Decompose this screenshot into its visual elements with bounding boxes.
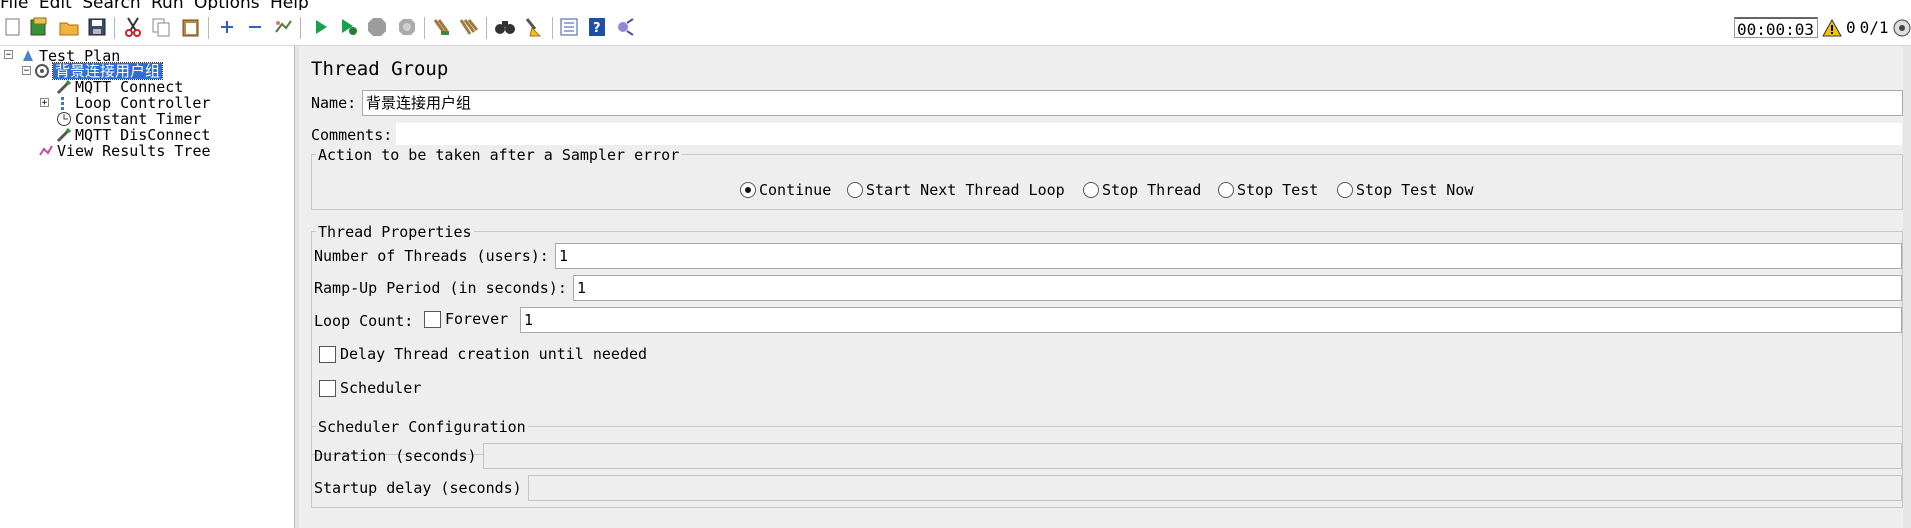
sampler-error-legend: Action to be taken after a Sampler error xyxy=(316,146,682,164)
tree-item-constant-timer[interactable]: Constant Timer xyxy=(56,111,201,127)
reset-search-icon[interactable] xyxy=(522,16,544,38)
menu-run[interactable]: Run xyxy=(151,0,184,10)
new-icon[interactable] xyxy=(2,16,24,38)
startup-delay-label: Startup delay (seconds) xyxy=(314,479,522,497)
expand-loop-controller-toggle[interactable]: + xyxy=(40,98,49,108)
shutdown-icon[interactable] xyxy=(396,16,418,38)
rampup-label: Ramp-Up Period (in seconds): xyxy=(314,279,567,297)
name-field[interactable]: 背景连接用户组 xyxy=(362,90,1903,116)
sampler-icon xyxy=(56,127,72,143)
function-helper-icon[interactable] xyxy=(558,16,580,38)
comments-label: Comments: xyxy=(311,126,393,144)
thread-properties-group: Thread Properties Number of Threads (use… xyxy=(311,223,1903,455)
page-title: Thread Group xyxy=(311,58,449,80)
menu-bar: File Edit Search Run Options Help xyxy=(0,0,1911,10)
toggle-icon[interactable] xyxy=(272,16,294,38)
templates-icon[interactable] xyxy=(28,16,50,38)
test-plan-tree: − Test Plan − 背景连接用户组 MQTT Connect + Loo… xyxy=(0,46,295,528)
warning-count: 0 xyxy=(1846,18,1856,37)
timer-icon xyxy=(56,111,72,127)
elapsed-timer: 00:00:03 xyxy=(1734,17,1818,39)
help-icon[interactable]: ? xyxy=(586,16,608,38)
thread-properties-legend: Thread Properties xyxy=(316,223,474,241)
radio-stop-thread[interactable]: Stop Thread xyxy=(1083,181,1201,199)
open-icon[interactable] xyxy=(58,16,80,38)
save-icon[interactable] xyxy=(86,16,108,38)
clear-icon[interactable] xyxy=(430,16,452,38)
active-threads: 0/1 xyxy=(1859,18,1889,37)
threads-field[interactable]: 1 xyxy=(555,243,1902,269)
clear-all-icon[interactable] xyxy=(458,16,480,38)
copy-icon[interactable] xyxy=(150,16,172,38)
menu-options[interactable]: Options xyxy=(194,0,260,10)
tree-item-mqtt-connect[interactable]: MQTT Connect xyxy=(56,79,183,95)
radio-stop-test-now[interactable]: Stop Test Now xyxy=(1337,181,1473,199)
forever-checkbox[interactable]: Forever xyxy=(424,310,508,328)
comments-field[interactable] xyxy=(395,122,1903,146)
duration-label: Duration (seconds) xyxy=(314,447,477,465)
thread-group-icon xyxy=(34,63,50,79)
error-counter[interactable]: 0 0/1 xyxy=(1822,18,1911,37)
startup-delay-field[interactable] xyxy=(528,475,1902,501)
paste-icon[interactable] xyxy=(180,16,202,38)
tree-item-view-results-tree[interactable]: View Results Tree xyxy=(38,143,211,159)
menu-file[interactable]: File xyxy=(0,0,28,10)
menu-help[interactable]: Help xyxy=(270,0,309,10)
threads-label: Number of Threads (users): xyxy=(314,247,549,265)
stop-icon[interactable] xyxy=(366,16,388,38)
cut-icon[interactable] xyxy=(122,16,144,38)
tree-item-loop-controller[interactable]: Loop Controller xyxy=(56,95,210,111)
scheduler-checkbox[interactable]: Scheduler xyxy=(319,379,421,397)
thread-group-panel: Thread Group Name: 背景连接用户组 Comments: Act… xyxy=(299,46,1911,528)
search-icon[interactable] xyxy=(494,16,516,38)
sampler-icon xyxy=(56,79,72,95)
listener-icon xyxy=(38,143,54,159)
sampler-error-group: Action to be taken after a Sampler error… xyxy=(311,146,1903,210)
tree-item-thread-group[interactable]: 背景连接用户组 xyxy=(34,62,164,80)
name-label: Name: xyxy=(311,94,357,112)
delay-thread-creation-checkbox[interactable]: Delay Thread creation until needed xyxy=(319,345,647,363)
loop-count-field[interactable]: 1 xyxy=(520,307,1902,333)
toolbar: ? 00:00:03 0 0/1 xyxy=(0,13,1911,46)
radio-continue[interactable]: Continue xyxy=(740,181,831,199)
svg-text:?: ? xyxy=(593,21,601,36)
menu-search[interactable]: Search xyxy=(82,0,140,10)
warning-icon xyxy=(1822,18,1842,36)
collapse-test-plan-toggle[interactable]: − xyxy=(4,50,13,60)
scheduler-config-legend: Scheduler Configuration xyxy=(316,418,528,436)
remote-status-icon xyxy=(1893,19,1911,36)
loop-controller-icon xyxy=(56,95,72,111)
scheduler-config-group: Scheduler Configuration Duration (second… xyxy=(311,418,1903,508)
collapse-icon[interactable] xyxy=(244,16,266,38)
loop-count-label: Loop Count: xyxy=(314,312,414,330)
expand-icon[interactable] xyxy=(216,16,238,38)
remote-icon[interactable] xyxy=(614,16,636,38)
radio-stop-test[interactable]: Stop Test xyxy=(1218,181,1318,199)
test-plan-icon xyxy=(20,48,36,64)
tree-item-mqtt-disconnect[interactable]: MQTT DisConnect xyxy=(56,127,210,143)
vertical-scrollbar[interactable] xyxy=(1903,46,1911,528)
radio-start-next-thread-loop[interactable]: Start Next Thread Loop xyxy=(847,181,1065,199)
start-no-pauses-icon[interactable] xyxy=(338,16,360,38)
collapse-thread-group-toggle[interactable]: − xyxy=(22,66,31,76)
menu-edit[interactable]: Edit xyxy=(39,0,72,10)
duration-field[interactable] xyxy=(483,443,1902,469)
start-icon[interactable] xyxy=(310,16,332,38)
rampup-field[interactable]: 1 xyxy=(573,275,1902,301)
